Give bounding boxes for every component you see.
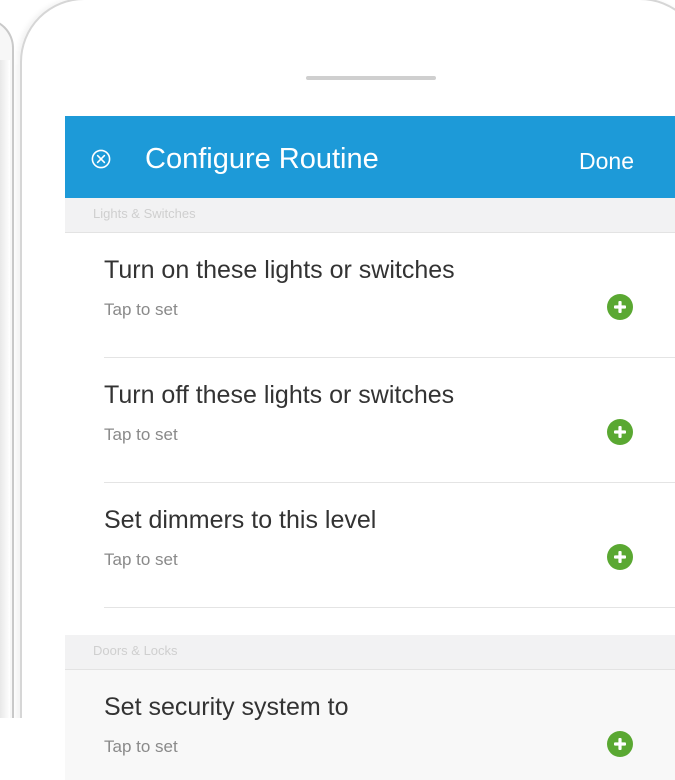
section-header-lights-switches: Lights & Switches — [65, 198, 675, 233]
phone-speaker — [306, 76, 436, 80]
close-circle-icon[interactable] — [91, 149, 111, 169]
navigation-bar: Configure Routine Done — [65, 116, 675, 198]
add-circle-icon[interactable] — [606, 293, 634, 321]
section-header-label: Doors & Locks — [93, 643, 178, 658]
section-header-label: Lights & Switches — [93, 206, 196, 221]
section-header-doors-locks: Doors & Locks — [65, 635, 675, 670]
page-title: Configure Routine — [145, 143, 379, 175]
done-button[interactable]: Done — [579, 147, 634, 175]
row-title: Turn off these lights or switches — [104, 381, 455, 409]
row-divider — [104, 607, 675, 608]
phone-frame: Configure Routine Done Lights & Switches… — [20, 0, 675, 780]
row-subtitle: Tap to set — [104, 737, 178, 756]
add-circle-icon[interactable] — [606, 543, 634, 571]
row-subtitle: Tap to set — [104, 300, 178, 319]
row-title: Turn on these lights or switches — [104, 256, 455, 284]
image-corner — [0, 718, 40, 780]
app-screen: Configure Routine Done Lights & Switches… — [65, 116, 675, 780]
add-circle-icon[interactable] — [606, 418, 634, 446]
row-subtitle: Tap to set — [104, 425, 178, 444]
screenshot-stage: Configure Routine Done Lights & Switches… — [0, 0, 675, 780]
routine-row-turn-on[interactable]: Turn on these lights or switches Tap to … — [65, 233, 675, 358]
routine-row-security-system[interactable]: Set security system to Tap to set — [65, 670, 675, 780]
row-title: Set security system to — [104, 693, 349, 721]
row-subtitle: Tap to set — [104, 550, 178, 569]
routine-row-turn-off[interactable]: Turn off these lights or switches Tap to… — [65, 358, 675, 483]
row-title: Set dimmers to this level — [104, 506, 377, 534]
add-circle-icon[interactable] — [606, 730, 634, 758]
routine-row-set-dimmers[interactable]: Set dimmers to this level Tap to set — [65, 483, 675, 608]
adjacent-phone-edge — [0, 60, 10, 720]
